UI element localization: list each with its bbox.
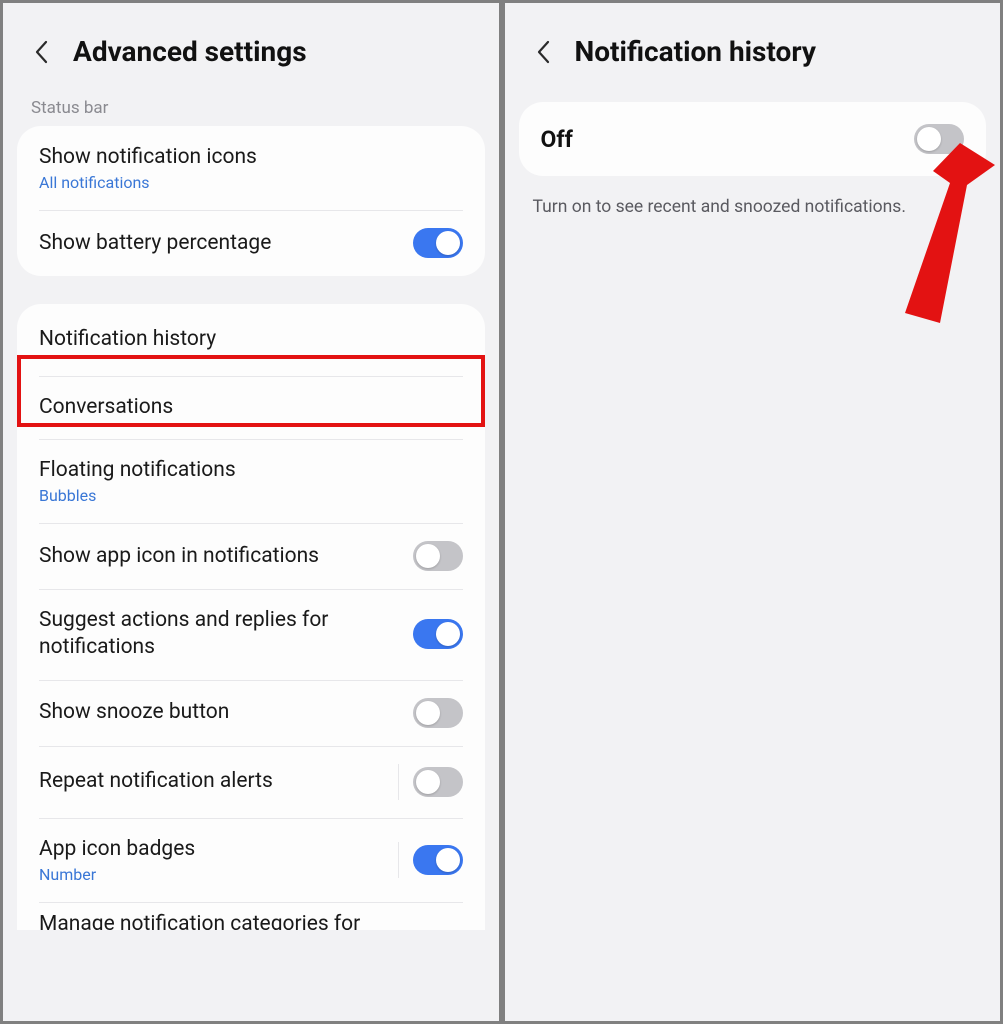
row-title: Notification history — [39, 326, 463, 353]
header: Advanced settings — [3, 3, 499, 88]
row-sub: Bubbles — [39, 486, 463, 505]
row-suggest-actions[interactable]: Suggest actions and replies for notifica… — [17, 589, 485, 680]
row-sub: Number — [39, 865, 384, 884]
status-bar-card: Show notification icons All notification… — [17, 126, 485, 276]
toggle-repeat-alerts[interactable] — [413, 767, 463, 797]
row-notification-history[interactable]: Notification history — [17, 304, 485, 375]
row-title: Show app icon in notifications — [39, 543, 399, 570]
toggle-separator — [398, 764, 399, 800]
status-card: Off — [519, 102, 987, 176]
toggle-show-snooze[interactable] — [413, 698, 463, 728]
row-title: Conversations — [39, 394, 463, 421]
advanced-settings-screen: Advanced settings Status bar Show notifi… — [0, 0, 502, 1024]
toggle-notification-history[interactable] — [914, 124, 964, 154]
help-text: Turn on to see recent and snoozed notifi… — [505, 176, 1001, 240]
row-show-app-icon[interactable]: Show app icon in notifications — [17, 523, 485, 589]
toggle-separator — [398, 842, 399, 878]
row-title: Show snooze button — [39, 699, 399, 726]
toggle-suggest-actions[interactable] — [413, 619, 463, 649]
row-title: Show notification icons — [39, 144, 463, 171]
row-conversations[interactable]: Conversations — [17, 376, 485, 439]
row-show-battery-percentage[interactable]: Show battery percentage — [17, 210, 485, 276]
row-truncated[interactable]: Manage notification categories for — [17, 902, 485, 930]
status-label: Off — [541, 126, 573, 153]
back-icon[interactable] — [529, 38, 557, 66]
section-label-status-bar: Status bar — [3, 88, 499, 126]
row-title: Repeat notification alerts — [39, 768, 384, 795]
row-app-icon-badges[interactable]: App icon badges Number — [17, 818, 485, 902]
toggle-show-app-icon[interactable] — [413, 541, 463, 571]
row-sub: All notifications — [39, 173, 463, 192]
page-title: Notification history — [575, 35, 816, 68]
row-title: Manage notification categories for — [39, 911, 463, 930]
row-repeat-alerts[interactable]: Repeat notification alerts — [17, 746, 485, 818]
row-title: Suggest actions and replies for notifica… — [39, 607, 399, 662]
row-title: Show battery percentage — [39, 230, 399, 257]
row-show-notification-icons[interactable]: Show notification icons All notification… — [17, 126, 485, 210]
toggle-app-icon-badges[interactable] — [413, 845, 463, 875]
row-floating-notifications[interactable]: Floating notifications Bubbles — [17, 439, 485, 523]
row-show-snooze[interactable]: Show snooze button — [17, 680, 485, 746]
page-title: Advanced settings — [73, 35, 307, 68]
row-title: Floating notifications — [39, 457, 463, 484]
notifications-card: Notification history Conversations Float… — [17, 304, 485, 930]
header: Notification history — [505, 3, 1001, 88]
row-title: App icon badges — [39, 836, 384, 863]
notification-history-screen: Notification history Off Turn on to see … — [502, 0, 1003, 1024]
toggle-battery-percentage[interactable] — [413, 228, 463, 258]
back-icon[interactable] — [27, 38, 55, 66]
